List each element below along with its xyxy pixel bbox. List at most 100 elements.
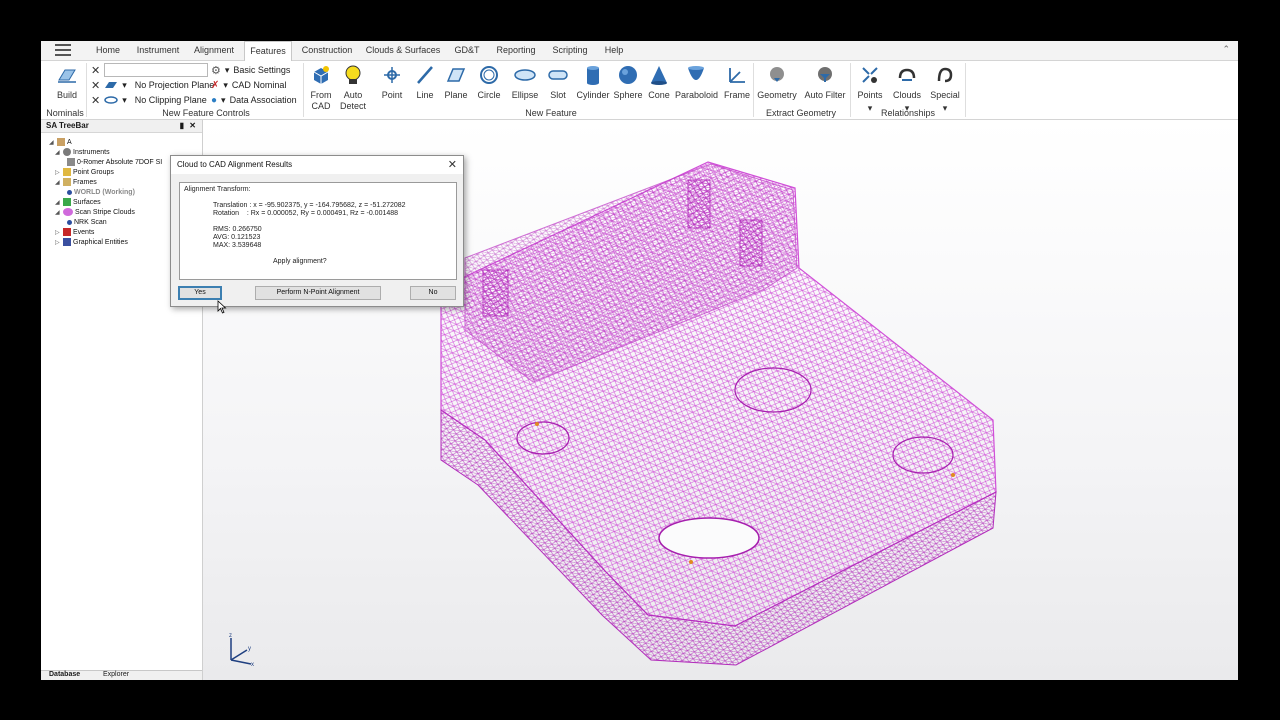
tab-gdt[interactable]: GD&T	[451, 41, 483, 60]
group-label-new-feature: New Feature	[525, 108, 577, 118]
dialog-message: Alignment Transform: Translation : x = -…	[179, 182, 457, 280]
ribbon-divider	[850, 63, 851, 117]
auto-detect-icon	[345, 65, 361, 84]
yes-button[interactable]: Yes	[178, 286, 222, 300]
tab-reporting[interactable]: Reporting	[491, 41, 541, 60]
tab-scripting[interactable]: Scripting	[549, 41, 591, 60]
tree-node-nrk-scan[interactable]: NRK Scan	[67, 217, 107, 227]
ribbon-divider	[86, 63, 87, 117]
no-button[interactable]: No	[410, 286, 456, 300]
tree-node-frames[interactable]: ◢ Frames	[55, 177, 97, 187]
circle-button[interactable]: Circle	[475, 64, 503, 101]
rotation-text: Rotation : Rx = 0.000052, Ry = 0.000491,…	[213, 210, 399, 217]
dialog-close-icon[interactable]: ✕	[448, 156, 457, 174]
points-icon	[862, 67, 878, 83]
plane-button[interactable]: Plane	[442, 64, 470, 101]
tree-node-instruments[interactable]: ◢ Instruments	[55, 147, 110, 157]
group-label-new-feature-controls: New Feature Controls	[162, 108, 250, 118]
location-pin-icon: ●	[211, 94, 218, 106]
frame-icon	[729, 68, 745, 83]
from-cad-icon	[313, 66, 329, 84]
apply-question: Apply alignment?	[273, 258, 327, 265]
svg-text:z: z	[229, 633, 232, 639]
clouds-icon	[898, 68, 916, 81]
clouds-button[interactable]: Clouds ▾	[892, 64, 922, 114]
tree-node-root[interactable]: ◢ A	[49, 137, 72, 147]
arm-icon	[67, 158, 75, 166]
tab-construction[interactable]: Construction	[299, 41, 355, 60]
cone-button[interactable]: Cone	[645, 64, 673, 101]
point-button[interactable]: Point	[378, 64, 406, 101]
svg-text:x: x	[251, 662, 254, 668]
controls-row-1: ✕	[91, 63, 209, 77]
cad-nominal-icon: ✗	[211, 79, 220, 91]
ribbon-divider	[965, 63, 966, 117]
tree-node-romer[interactable]: 0-Romer Absolute 7DOF SI	[67, 157, 162, 167]
tab-home[interactable]: Home	[89, 41, 127, 60]
job-icon	[57, 138, 65, 146]
tab-explorer[interactable]: Explorer	[103, 671, 129, 678]
ribbon-divider	[303, 63, 304, 117]
ribbon-divider	[753, 63, 754, 117]
basic-settings-button[interactable]: ⚙ ▾ Basic Settings	[211, 63, 290, 77]
line-button[interactable]: Line	[411, 64, 439, 101]
hamburger-menu-icon[interactable]	[55, 44, 71, 56]
clear-projection-icon[interactable]: ✕	[91, 79, 100, 92]
group-label-relationships: Relationships	[880, 108, 936, 118]
tree-node-point-groups[interactable]: ▷ Point Groups	[55, 167, 114, 177]
close-icon[interactable]: ✕	[189, 120, 196, 132]
auto-filter-button[interactable]: Auto Filter	[803, 64, 847, 101]
slot-icon	[548, 70, 568, 80]
tree-node-scan-stripe-clouds[interactable]: ◢ Scan Stripe Clouds	[55, 207, 135, 217]
pin-icon[interactable]: ▮	[180, 120, 184, 132]
special-button[interactable]: Special ▾	[930, 64, 960, 114]
cylinder-button[interactable]: Cylinder	[575, 64, 611, 101]
flag-icon	[63, 228, 71, 236]
max-text: MAX: 3.539648	[213, 242, 262, 249]
collapse-ribbon-icon[interactable]: ⌃	[1222, 44, 1230, 55]
ellipse-button[interactable]: Ellipse	[509, 64, 541, 101]
rms-text: RMS: 0.266750	[213, 226, 262, 233]
slot-button[interactable]: Slot	[544, 64, 572, 101]
frame-button[interactable]: Frame	[723, 64, 751, 101]
tree-node-surfaces[interactable]: ◢ Surfaces	[55, 197, 101, 207]
tree-node-graphical-entities[interactable]: ▷ Graphical Entities	[55, 237, 128, 247]
projection-plane-icon[interactable]	[104, 80, 118, 90]
circle-icon	[480, 66, 498, 84]
cylinder-icon	[587, 66, 599, 85]
n-point-alignment-button[interactable]: Perform N-Point Alignment	[255, 286, 381, 300]
auto-detect-button[interactable]: Auto Detect	[339, 64, 367, 112]
paraboloid-button[interactable]: Paraboloid	[675, 64, 718, 101]
application-window: Home Instrument Alignment Features Const…	[41, 41, 1238, 680]
sphere-button[interactable]: Sphere	[612, 64, 644, 101]
points-button[interactable]: Points ▾	[855, 64, 885, 114]
from-cad-button[interactable]: From CAD	[307, 64, 335, 112]
tab-clouds-surfaces[interactable]: Clouds & Surfaces	[363, 41, 443, 60]
tree-node-events[interactable]: ▷ Events	[55, 227, 94, 237]
clipping-plane-label[interactable]: No Clipping Plane	[135, 95, 207, 105]
tab-help[interactable]: Help	[599, 41, 629, 60]
tab-database[interactable]: Database	[49, 671, 80, 678]
plane-icon	[446, 68, 466, 82]
geometry-button[interactable]: Geometry	[756, 64, 798, 101]
feature-name-input[interactable]	[104, 63, 209, 77]
point-group-icon	[63, 168, 71, 176]
tab-alignment[interactable]: Alignment	[189, 41, 239, 60]
clear-icon[interactable]: ✕	[91, 64, 100, 77]
ellipse-icon	[514, 69, 536, 81]
cad-nominal-button[interactable]: ✗ ▾ CAD Nominal	[211, 78, 286, 92]
data-association-button[interactable]: ● ▾ Data Association	[211, 93, 297, 107]
tab-instrument[interactable]: Instrument	[133, 41, 183, 60]
transform-heading: Alignment Transform:	[184, 186, 251, 193]
clipping-plane-icon[interactable]	[104, 95, 118, 105]
clear-clipping-icon[interactable]: ✕	[91, 94, 100, 107]
instrument-icon	[63, 148, 71, 156]
alignment-results-dialog: Cloud to CAD Alignment Results ✕ Alignme…	[170, 155, 464, 307]
build-button[interactable]: Build	[53, 64, 81, 101]
graphics-icon	[63, 238, 71, 246]
line-icon	[417, 66, 433, 84]
tree-node-world[interactable]: WORLD (Working)	[67, 187, 135, 197]
scan-dot-icon	[67, 219, 72, 225]
projection-plane-label[interactable]: No Projection Plane	[135, 80, 215, 90]
tab-features[interactable]: Features	[244, 41, 292, 62]
